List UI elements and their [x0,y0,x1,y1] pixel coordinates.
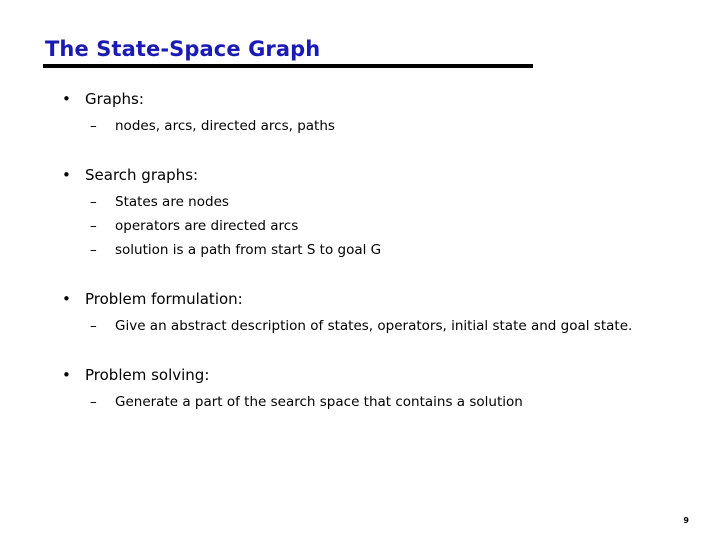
title-divider [43,64,533,68]
bullet-heading: • Problem solving: [45,364,690,386]
page-number: 9 [683,516,689,525]
bullet-dot-icon: • [62,166,71,184]
bullet-heading: • Problem formulation: [45,288,690,310]
dash-icon: – [90,218,97,234]
bullet-heading-label: Graphs: [85,90,144,108]
dash-icon: – [90,194,97,210]
bullet-dot-icon: • [62,290,71,308]
slide-body: • Graphs: – nodes, arcs, directed arcs, … [45,88,690,414]
bullet-dot-icon: • [62,90,71,108]
sub-bullet-item: – solution is a path from start S to goa… [45,238,690,262]
bullet-dot-icon: • [62,366,71,384]
sub-bullet-item: – Generate a part of the search space th… [45,390,690,414]
bullet-heading-label: Search graphs: [85,166,199,184]
sub-bullet-item: – nodes, arcs, directed arcs, paths [45,114,690,138]
sub-bullet-label: Give an abstract description of states, … [115,318,633,334]
sub-bullet-item: – States are nodes [45,190,690,214]
sub-bullet-label: States are nodes [115,194,229,210]
bullet-group: • Search graphs: – States are nodes – op… [45,164,690,262]
sub-bullet-label: solution is a path from start S to goal … [115,242,382,258]
bullet-group: • Problem formulation: – Give an abstrac… [45,288,690,338]
bullet-heading: • Search graphs: [45,164,690,186]
dash-icon: – [90,242,97,258]
page-title: The State-Space Graph [45,37,321,61]
sub-bullet-label: Generate a part of the search space that… [115,394,523,410]
sub-bullet-label: operators are directed arcs [115,218,299,234]
sub-bullet-label: nodes, arcs, directed arcs, paths [115,118,335,134]
dash-icon: – [90,118,97,134]
dash-icon: – [90,318,97,334]
sub-bullet-item: – operators are directed arcs [45,214,690,238]
bullet-heading-label: Problem solving: [85,366,210,384]
bullet-group: • Graphs: – nodes, arcs, directed arcs, … [45,88,690,138]
dash-icon: – [90,394,97,410]
bullet-group: • Problem solving: – Generate a part of … [45,364,690,414]
bullet-heading-label: Problem formulation: [85,290,243,308]
slide-canvas: The State-Space Graph • Graphs: – nodes,… [0,0,720,540]
bullet-heading: • Graphs: [45,88,690,110]
sub-bullet-item: – Give an abstract description of states… [45,314,690,338]
